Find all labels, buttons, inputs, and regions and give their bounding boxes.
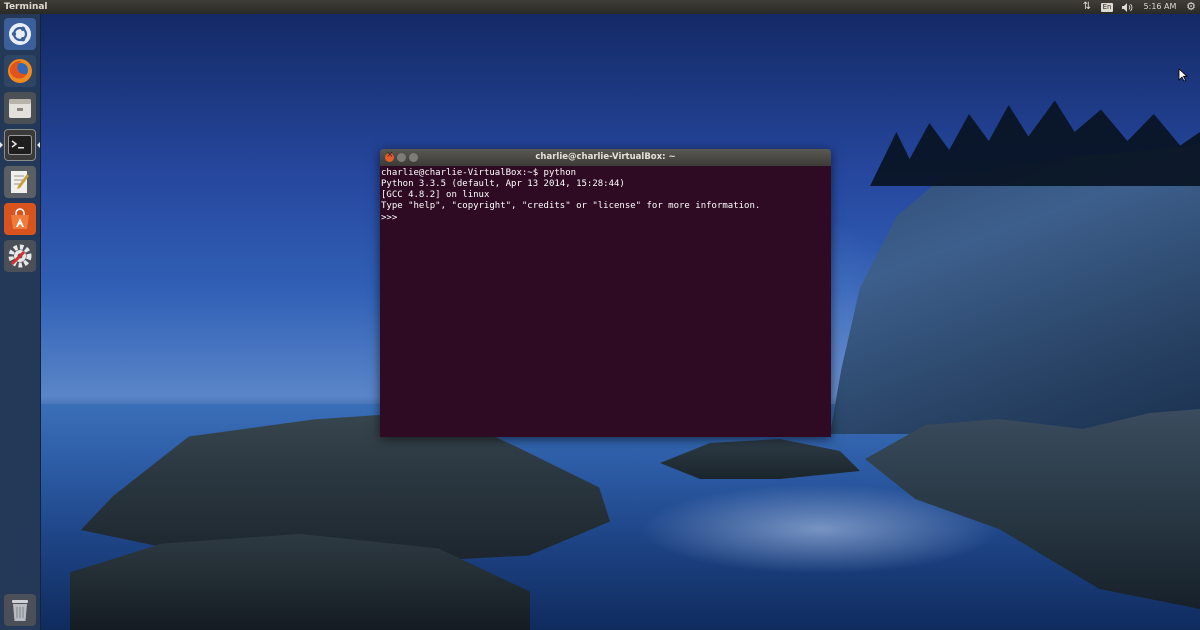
mouse-pointer-icon <box>1178 68 1188 82</box>
launcher-dash-button[interactable] <box>4 18 36 50</box>
launcher-text-editor-button[interactable] <box>4 166 36 198</box>
active-app-name: Terminal <box>4 2 48 12</box>
keyboard-layout-indicator[interactable]: En <box>1100 0 1114 14</box>
launcher-software-center-button[interactable] <box>4 203 36 235</box>
terminal-icon <box>8 135 32 155</box>
network-updown-icon[interactable]: ⇅ <box>1080 0 1094 14</box>
text-editor-icon <box>11 171 29 193</box>
terminal-running-indicator <box>0 142 3 148</box>
launcher-system-settings-button[interactable] <box>4 240 36 272</box>
terminal-line: [GCC 4.8.2] on linux <box>381 190 490 200</box>
settings-icon <box>8 244 32 268</box>
firefox-icon <box>8 59 32 83</box>
terminal-line: Type "help", "copyright", "credits" or "… <box>381 201 761 211</box>
window-title: charlie@charlie-VirtualBox: ~ <box>535 152 676 162</box>
session-gear-icon[interactable]: ⚙ <box>1184 0 1198 14</box>
launcher-firefox-button[interactable] <box>4 55 36 87</box>
launcher-files-button[interactable] <box>4 92 36 124</box>
volume-icon[interactable] <box>1120 0 1134 14</box>
launcher <box>0 14 41 630</box>
keyboard-layout-label: En <box>1100 2 1114 12</box>
window-title-bar[interactable]: charlie@charlie-VirtualBox: ~ <box>380 149 831 166</box>
trash-icon <box>12 600 28 621</box>
python-prompt-line: >>> <box>381 212 830 223</box>
software-center-icon <box>11 208 29 229</box>
terminal-line: charlie@charlie-VirtualBox:~$ python <box>381 168 577 178</box>
terminal-focused-indicator <box>37 142 40 148</box>
clock[interactable]: 5:16 AM <box>1140 0 1180 14</box>
ubuntu-logo-icon <box>9 23 31 45</box>
top-panel: Terminal ⇅ En 5:16 AM ⚙ <box>0 0 1200 14</box>
launcher-terminal-button[interactable] <box>4 129 36 161</box>
files-icon <box>9 99 31 118</box>
launcher-trash-button[interactable] <box>4 594 36 626</box>
terminal-line: Python 3.3.5 (default, Apr 13 2014, 15:2… <box>381 179 625 189</box>
terminal-window[interactable]: charlie@charlie-VirtualBox: ~ charlie@ch… <box>380 149 831 437</box>
terminal-output[interactable]: charlie@charlie-VirtualBox:~$ python Pyt… <box>380 166 831 437</box>
